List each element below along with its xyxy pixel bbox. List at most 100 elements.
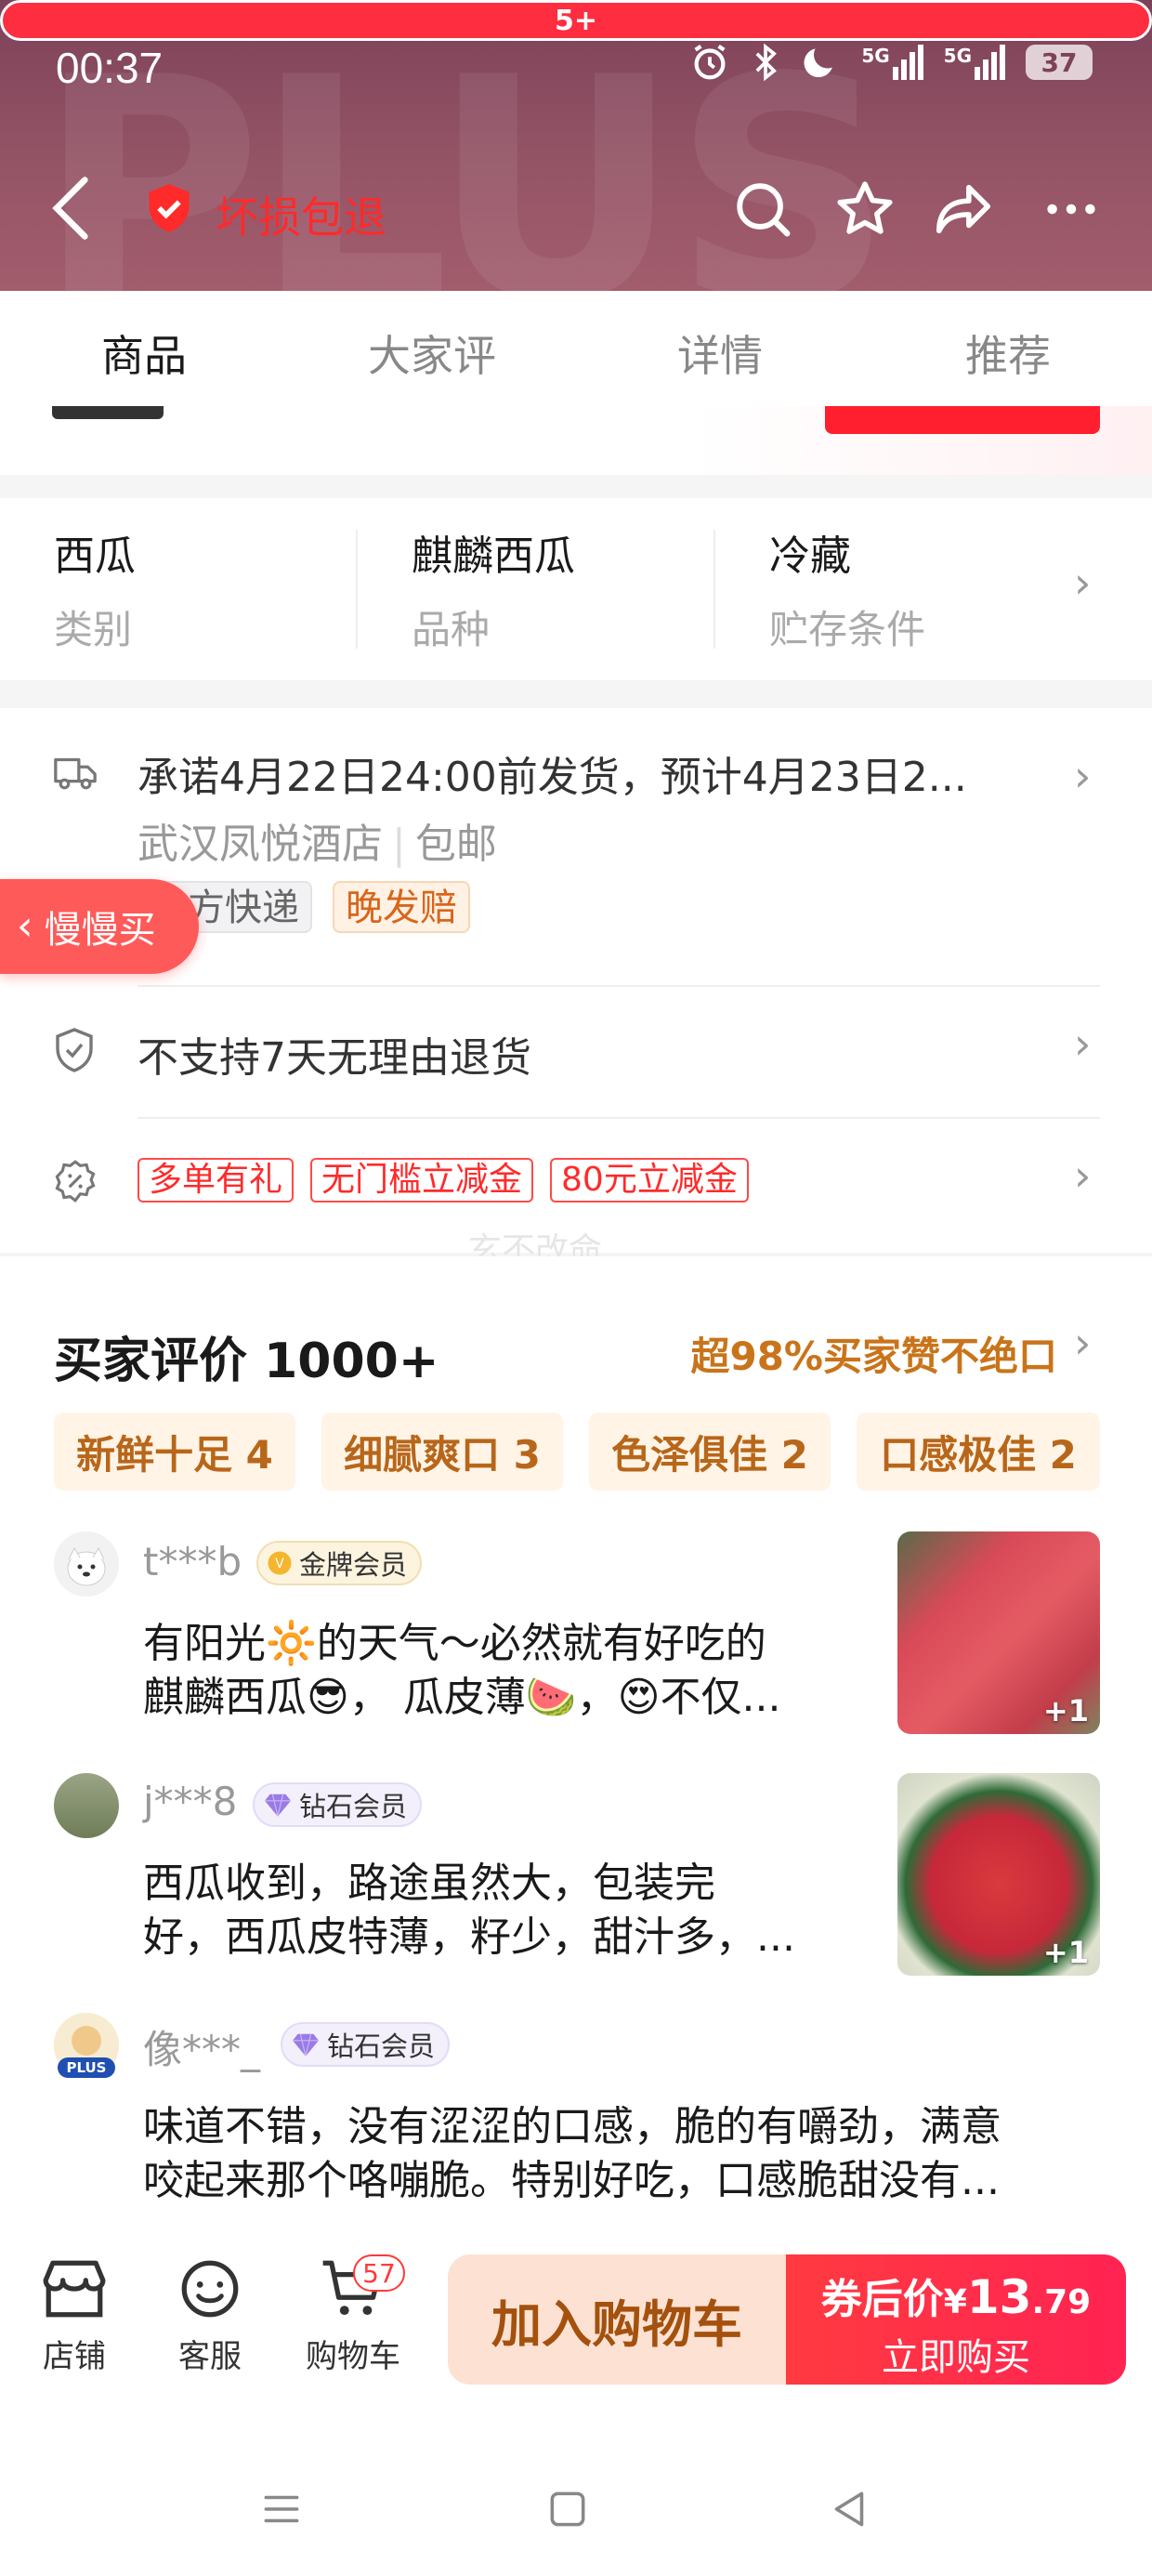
smiley-chat-icon xyxy=(181,2260,239,2318)
review-username: t***b xyxy=(143,1539,242,1584)
customer-service-label: 客服 xyxy=(178,2338,242,2375)
buy-now-label: 立即购买 xyxy=(882,2336,1030,2379)
currency-symbol: ¥ xyxy=(943,2283,967,2321)
photo-count: +1 xyxy=(1042,1935,1089,1970)
cut-off-button[interactable] xyxy=(825,406,1100,434)
home-nav-icon[interactable] xyxy=(544,2487,591,2531)
alarm-icon xyxy=(694,44,726,80)
member-badge: 钻石会员 xyxy=(253,1782,423,1827)
photo-count: +1 xyxy=(1042,1693,1089,1728)
review-tag[interactable]: 细腻爽口 3 xyxy=(321,1413,563,1491)
signal-5g-icon: 5G xyxy=(861,45,923,80)
status-icons: 5G 5G 37 xyxy=(688,41,1093,84)
bottom-action-bar: 店铺 客服 购物车 57 加入购物车 券后价¥13.79 立即购买 xyxy=(0,2217,1152,2576)
chevron-left-icon: ‹ xyxy=(17,902,33,950)
price-label: 券后价 xyxy=(820,2276,944,2323)
review-photo[interactable]: +1 xyxy=(897,1773,1100,1976)
back-nav-icon[interactable] xyxy=(827,2487,873,2531)
shield-outline-icon xyxy=(56,1028,93,1072)
reviews-praise[interactable]: 超98%买家赞不绝口 xyxy=(690,1325,1057,1382)
search-icon[interactable] xyxy=(730,177,795,242)
tab-recommend[interactable]: 推荐 xyxy=(864,291,1152,406)
review-text-line[interactable]: 咬起来那个咯嘣脆。特别好吃，口感脆甜没有... xyxy=(143,2154,1109,2208)
review-text-line[interactable]: 西瓜收到，路途虽然大，包装完 xyxy=(143,1857,868,1911)
discount-icon xyxy=(55,1160,96,1203)
shipping-origin-row: 武汉凤悦酒店 | 包邮 xyxy=(137,821,497,868)
tab-bar: 商品 大家评 详情 推荐 xyxy=(0,291,1152,406)
avatar xyxy=(54,1773,119,1838)
svg-text:V: V xyxy=(275,1557,284,1571)
divider xyxy=(137,985,1100,987)
promo-tag: 80元立减金 xyxy=(550,1158,749,1203)
tab-product[interactable]: 商品 xyxy=(0,291,288,406)
review-photo[interactable]: +1 xyxy=(897,1531,1100,1734)
price-integer: 13 xyxy=(966,2270,1032,2324)
service-info-card: 承诺4月22日24:00前发货，预计4月23日2... 武汉凤悦酒店 | 包邮 三方… xyxy=(0,708,1152,1253)
member-level: 钻石会员 xyxy=(299,1791,408,1822)
slow-buy-label: 慢慢买 xyxy=(44,909,156,952)
review-username: 像***_ xyxy=(143,2027,261,2072)
diamond-icon xyxy=(293,2033,319,2057)
review-text-line[interactable]: 好，西瓜皮特薄，籽少，甜汁多，... xyxy=(143,1911,868,1965)
back-icon[interactable] xyxy=(45,173,100,243)
review-text-line[interactable]: 麒麟西瓜😎， 瓜皮薄🍉，😍不仅... xyxy=(143,1671,868,1725)
add-to-cart-button[interactable]: 加入购物车 xyxy=(448,2254,786,2385)
signal-5g-icon-2: 5G xyxy=(944,45,1005,80)
attribute-label: 类别 xyxy=(54,607,133,652)
share-icon[interactable] xyxy=(931,177,996,242)
diamond-icon xyxy=(265,1794,291,1817)
bluetooth-icon xyxy=(755,43,778,82)
attribute-variety: 麒麟西瓜 品种 xyxy=(358,530,715,652)
shipping-fee: 包邮 xyxy=(414,821,497,868)
store-label: 店铺 xyxy=(43,2338,106,2375)
header-title: 坏损包退 xyxy=(216,192,386,243)
review-tag[interactable]: 口感极佳 2 xyxy=(857,1413,1100,1491)
review-text-line[interactable]: 味道不错，没有涩涩的口感，脆的有嚼劲，满意 xyxy=(143,2100,1109,2154)
divider xyxy=(137,1117,1100,1119)
chevron-right-icon: › xyxy=(1074,1019,1092,1069)
menu-nav-icon[interactable] xyxy=(258,2487,305,2531)
avatar xyxy=(54,1531,119,1597)
review-username: j***8 xyxy=(143,1779,238,1824)
promotion-tags[interactable]: 多单有礼 无门槛立减金 80元立减金 xyxy=(137,1158,766,1203)
return-policy[interactable]: 不支持7天无理由退货 xyxy=(137,1024,531,1084)
review-tag[interactable]: 新鲜十足 4 xyxy=(54,1413,295,1491)
product-page: { "status_bar": {"time": "00:37", "netwo… xyxy=(0,0,1152,2576)
slow-buy-button[interactable]: ‹ 慢慢买 xyxy=(0,879,199,974)
tab-reviews[interactable]: 大家评 xyxy=(288,291,576,406)
member-badge: 钻石会员 xyxy=(281,2022,451,2067)
shield-check-icon xyxy=(149,184,190,232)
star-icon[interactable] xyxy=(832,177,897,242)
promo-tag: 多单有礼 xyxy=(137,1158,295,1203)
attribute-storage: 冷藏 贮存条件 xyxy=(715,530,1073,652)
store-button[interactable]: 店铺 xyxy=(19,2256,130,2376)
plus-badge: PLUS xyxy=(58,2057,115,2078)
chevron-right-icon: › xyxy=(1074,751,1092,801)
member-level: 金牌会员 xyxy=(299,1549,408,1581)
header-bar: PLUS 00:37 5G 5G 37 坏损包退 5+ xyxy=(0,0,1152,291)
attribute-label: 品种 xyxy=(412,607,491,652)
review-tag[interactable]: 色泽俱佳 2 xyxy=(589,1413,831,1491)
attribute-value: 西瓜 xyxy=(54,532,136,580)
reviews-section: 买家评价 1000+ 超98%买家赞不绝口 › 新鲜十足 4 细腻爽口 3 色泽… xyxy=(0,1256,1152,2241)
tab-details[interactable]: 详情 xyxy=(576,291,864,406)
product-attributes[interactable]: 西瓜 类别 麒麟西瓜 品种 冷藏 贮存条件 › xyxy=(0,498,1152,680)
customer-service-button[interactable]: 客服 xyxy=(154,2256,266,2376)
dog-avatar-icon xyxy=(54,1531,119,1597)
buy-now-button[interactable]: 券后价¥13.79 立即购买 xyxy=(786,2254,1126,2385)
chevron-right-icon: › xyxy=(1074,1150,1092,1201)
late-compensation-tag: 晚发赔 xyxy=(333,881,470,933)
chevron-right-icon: › xyxy=(1074,1318,1092,1368)
promo-tag: 无门槛立减金 xyxy=(310,1158,534,1203)
reviews-title[interactable]: 买家评价 1000+ xyxy=(54,1321,439,1391)
cart-label: 购物车 xyxy=(306,2338,400,2375)
gold-medal-icon: V xyxy=(268,1551,292,1575)
more-icon[interactable] xyxy=(1039,177,1104,242)
shipping-origin: 武汉凤悦酒店 xyxy=(137,821,383,868)
review-text-line[interactable]: 有阳光🔆的天气～必然就有好吃的 xyxy=(143,1617,868,1671)
member-badge: V 金牌会员 xyxy=(256,1541,423,1585)
moon-icon xyxy=(804,48,833,78)
battery-icon: 37 xyxy=(1026,45,1093,80)
attribute-value: 麒麟西瓜 xyxy=(412,532,575,580)
shipping-promise[interactable]: 承诺4月22日24:00前发货，预计4月23日2... xyxy=(137,743,967,803)
